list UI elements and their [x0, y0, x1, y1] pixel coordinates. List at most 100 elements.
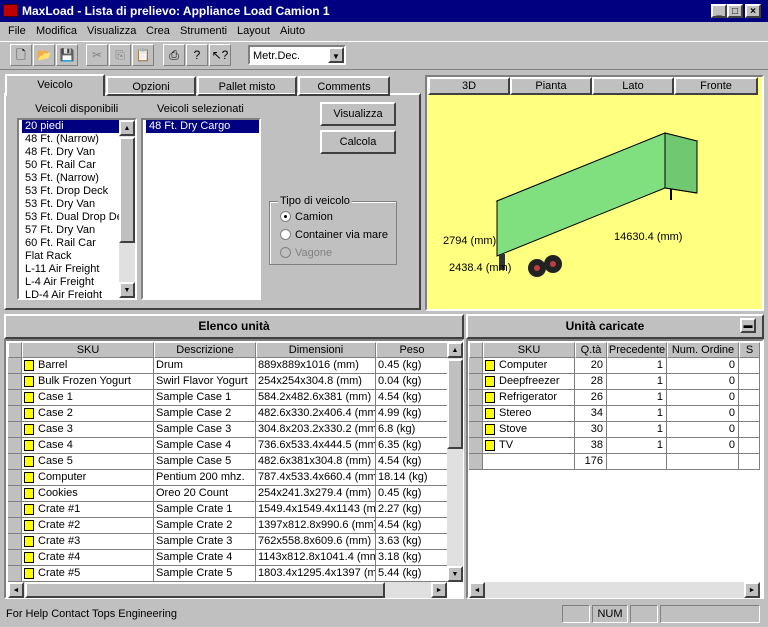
- scroll-up-icon[interactable]: ▲: [119, 120, 135, 136]
- row-header[interactable]: [8, 550, 22, 566]
- table-cell[interactable]: 4.54 (kg): [376, 454, 448, 470]
- scroll-thumb[interactable]: [25, 582, 385, 598]
- table-cell[interactable]: 584.2x482.6x381 (mm): [256, 390, 376, 406]
- table-cell[interactable]: 6.35 (kg): [376, 438, 448, 454]
- row-header[interactable]: [469, 454, 483, 470]
- available-vehicle-item[interactable]: LD-4 Air Freight: [22, 289, 119, 298]
- table-cell[interactable]: 0: [667, 422, 739, 438]
- scroll-thumb[interactable]: [447, 359, 463, 449]
- table-cell[interactable]: 4.54 (kg): [376, 518, 448, 534]
- table-cell[interactable]: 30: [575, 422, 607, 438]
- table-cell[interactable]: 20: [575, 358, 607, 374]
- table-cell[interactable]: 6.8 (kg): [376, 422, 448, 438]
- table-cell[interactable]: Swirl Flavor Yogurt: [154, 374, 256, 390]
- table-cell[interactable]: 1143x812.8x1041.4 (mm): [256, 550, 376, 566]
- loaded-hscroll[interactable]: ◄ ►: [469, 582, 760, 598]
- table-cell[interactable]: Computer: [483, 358, 575, 374]
- scroll-down-icon[interactable]: ▼: [119, 282, 135, 298]
- table-cell[interactable]: 787.4x533.4x660.4 (mm): [256, 470, 376, 486]
- scroll-right-icon[interactable]: ►: [744, 582, 760, 598]
- table-cell[interactable]: 1549.4x1549.4x1143 (mm): [256, 502, 376, 518]
- table-cell[interactable]: [739, 358, 760, 374]
- table-cell[interactable]: [739, 422, 760, 438]
- units-select[interactable]: Metr.Dec. ▼: [248, 45, 346, 65]
- scroll-left-icon[interactable]: ◄: [8, 582, 24, 598]
- row-header[interactable]: [8, 534, 22, 550]
- table-cell[interactable]: 0.45 (kg): [376, 486, 448, 502]
- menu-view[interactable]: Visualizza: [87, 25, 136, 37]
- table-cell[interactable]: 1: [607, 422, 667, 438]
- tab-comments[interactable]: Comments: [298, 76, 390, 96]
- table-cell[interactable]: Crate #1: [22, 502, 154, 518]
- tab-options[interactable]: Opzioni: [106, 76, 196, 96]
- table-cell[interactable]: Crate #5: [22, 566, 154, 582]
- table-cell[interactable]: Sample Case 2: [154, 406, 256, 422]
- table-cell[interactable]: [483, 454, 575, 470]
- table-cell[interactable]: 0.45 (kg): [376, 358, 448, 374]
- table-cell[interactable]: Barrel: [22, 358, 154, 374]
- table-cell[interactable]: 0: [667, 438, 739, 454]
- available-scrollbar[interactable]: ▲ ▼: [119, 120, 135, 298]
- table-cell[interactable]: [607, 454, 667, 470]
- row-header[interactable]: [8, 422, 22, 438]
- column-header-descrizione[interactable]: Descrizione: [154, 342, 256, 358]
- table-cell[interactable]: [739, 454, 760, 470]
- selected-vehicles-list[interactable]: 48 Ft. Dry Cargo: [141, 118, 261, 300]
- table-cell[interactable]: Computer: [22, 470, 154, 486]
- table-cell[interactable]: Oreo 20 Count: [154, 486, 256, 502]
- available-vehicle-item[interactable]: L-4 Air Freight: [22, 276, 119, 289]
- print-icon[interactable]: ⎙: [163, 44, 185, 66]
- table-cell[interactable]: Sample Case 4: [154, 438, 256, 454]
- units-vscroll[interactable]: ▲ ▼: [447, 342, 463, 582]
- available-vehicle-item[interactable]: 53 Ft. Drop Deck: [22, 185, 119, 198]
- new-file-icon[interactable]: 🗋: [10, 44, 32, 66]
- cut-icon[interactable]: ✂: [86, 44, 108, 66]
- table-cell[interactable]: Sample Crate 4: [154, 550, 256, 566]
- table-cell[interactable]: Crate #3: [22, 534, 154, 550]
- chevron-down-icon[interactable]: ▼: [328, 47, 344, 63]
- table-cell[interactable]: 1: [607, 390, 667, 406]
- table-cell[interactable]: 1397x812.8x990.6 (mm): [256, 518, 376, 534]
- table-cell[interactable]: Case 2: [22, 406, 154, 422]
- table-cell[interactable]: 482.6x330.2x406.4 (mm): [256, 406, 376, 422]
- row-header[interactable]: [8, 502, 22, 518]
- row-header[interactable]: [8, 518, 22, 534]
- scroll-up-icon[interactable]: ▲: [447, 342, 463, 358]
- help-icon[interactable]: ?: [186, 44, 208, 66]
- table-cell[interactable]: 4.54 (kg): [376, 390, 448, 406]
- column-header-1[interactable]: Q.tà: [575, 342, 607, 358]
- table-cell[interactable]: 0: [667, 358, 739, 374]
- title-bar[interactable]: MaxLoad - Lista di prelievo: Appliance L…: [0, 0, 768, 22]
- scroll-left-icon[interactable]: ◄: [469, 582, 485, 598]
- tab-mixed-pallet[interactable]: Pallet misto: [197, 76, 297, 96]
- available-vehicle-item[interactable]: 20 piedi: [22, 120, 119, 133]
- row-header[interactable]: [8, 470, 22, 486]
- column-header-peso[interactable]: Peso: [376, 342, 448, 358]
- scroll-down-icon[interactable]: ▼: [447, 566, 463, 582]
- row-header[interactable]: [8, 566, 22, 582]
- table-cell[interactable]: [739, 438, 760, 454]
- paste-icon[interactable]: 📋: [132, 44, 154, 66]
- table-cell[interactable]: 0: [667, 406, 739, 422]
- copy-icon[interactable]: ⎘: [109, 44, 131, 66]
- tab-vehicle[interactable]: Veicolo: [5, 74, 105, 96]
- column-header-2[interactable]: Precedente: [607, 342, 667, 358]
- available-vehicle-item[interactable]: 48 Ft. (Narrow): [22, 133, 119, 146]
- table-cell[interactable]: 3.18 (kg): [376, 550, 448, 566]
- table-cell[interactable]: 28: [575, 374, 607, 390]
- menu-layout[interactable]: Layout: [237, 25, 270, 37]
- column-header-4[interactable]: S: [739, 342, 760, 358]
- row-header[interactable]: [8, 454, 22, 470]
- table-cell[interactable]: 5.44 (kg): [376, 566, 448, 582]
- tab-plan[interactable]: Pianta: [510, 77, 592, 95]
- row-header[interactable]: [8, 438, 22, 454]
- close-button[interactable]: ×: [745, 4, 761, 18]
- table-cell[interactable]: 254x254x304.8 (mm): [256, 374, 376, 390]
- table-cell[interactable]: Sample Crate 5: [154, 566, 256, 582]
- available-vehicle-item[interactable]: 50 Ft. Rail Car: [22, 159, 119, 172]
- table-cell[interactable]: Bulk Frozen Yogurt: [22, 374, 154, 390]
- table-cell[interactable]: 304.8x203.2x330.2 (mm): [256, 422, 376, 438]
- table-cell[interactable]: 1: [607, 406, 667, 422]
- radio-sea-container[interactable]: Container via mare: [280, 229, 388, 241]
- table-cell[interactable]: 18.14 (kg): [376, 470, 448, 486]
